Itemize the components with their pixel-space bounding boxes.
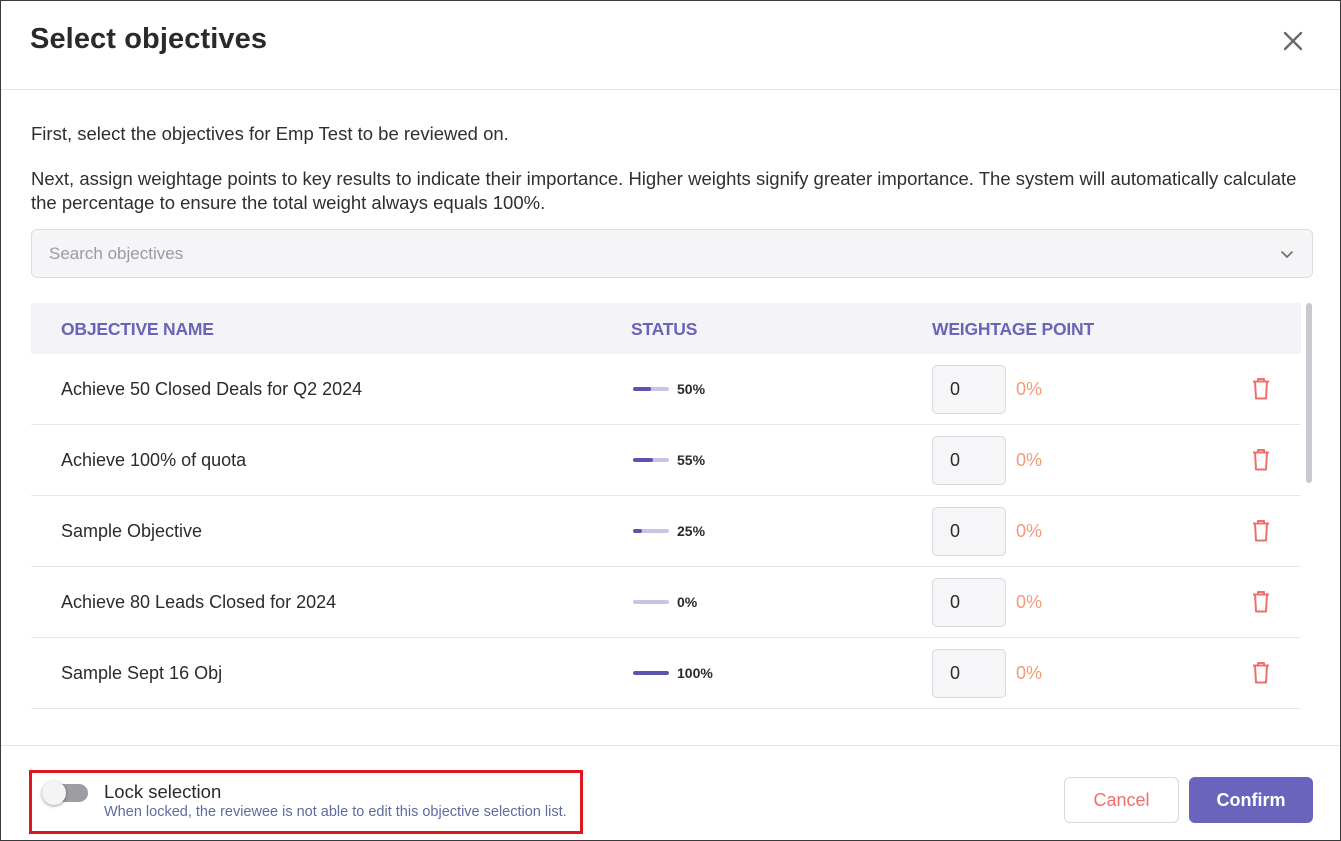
column-header-status: STATUS xyxy=(631,319,698,339)
progress-bar xyxy=(633,387,669,391)
chevron-down-icon[interactable] xyxy=(1279,246,1295,262)
table-row: Achieve 80 Leads Closed for 2024 0% 0% xyxy=(31,567,1301,638)
trash-icon[interactable] xyxy=(1252,661,1270,684)
table-row: Achieve 50 Closed Deals for Q2 2024 50% … xyxy=(31,354,1301,425)
weightage-field[interactable] xyxy=(932,507,1006,556)
status-percent: 0% xyxy=(677,594,698,610)
trash-icon[interactable] xyxy=(1252,519,1270,542)
weightage-field[interactable] xyxy=(932,365,1006,414)
confirm-button[interactable]: Confirm xyxy=(1189,777,1313,823)
weightage-field[interactable] xyxy=(932,649,1006,698)
status-percent: 50% xyxy=(677,381,706,397)
weightage-percent: 0% xyxy=(1016,592,1043,612)
intro-text-2: Next, assign weightage points to key res… xyxy=(31,168,1297,213)
objective-name: Achieve 80 Leads Closed for 2024 xyxy=(61,592,337,612)
trash-icon[interactable] xyxy=(1252,590,1270,613)
weightage-percent: 0% xyxy=(1016,521,1043,541)
weightage-input[interactable] xyxy=(933,650,1005,697)
progress-bar xyxy=(633,671,669,675)
status-percent: 100% xyxy=(677,665,713,681)
intro-text-1: First, select the objectives for Emp Tes… xyxy=(31,123,509,144)
table-row: Sample Sept 16 Obj 100% 0% xyxy=(31,638,1301,709)
dialog-title: Select objectives xyxy=(30,23,268,55)
table-row: Sample Objective 25% 0% xyxy=(31,496,1301,567)
weightage-input[interactable] xyxy=(933,437,1005,484)
status-percent: 25% xyxy=(677,523,706,539)
toggle-knob[interactable] xyxy=(42,781,66,805)
trash-icon[interactable] xyxy=(1252,448,1270,471)
progress-bar xyxy=(633,600,669,604)
select-objectives-dialog: Select objectives First, select the obje… xyxy=(0,0,1341,841)
progress-fill xyxy=(633,458,653,462)
status-percent: 55% xyxy=(677,452,706,468)
weightage-input[interactable] xyxy=(933,366,1005,413)
search-objectives-dropdown[interactable] xyxy=(31,229,1313,278)
weightage-input[interactable] xyxy=(933,508,1005,555)
weightage-percent: 0% xyxy=(1016,663,1043,683)
close-icon xyxy=(1283,31,1303,51)
progress-fill xyxy=(633,387,651,391)
column-header-weightage-point: WEIGHTAGE POINT xyxy=(932,319,1094,339)
lock-selection-description: When locked, the reviewee is not able to… xyxy=(104,804,567,820)
trash-icon[interactable] xyxy=(1252,377,1270,400)
objectives-table: OBJECTIVE NAME STATUS WEIGHTAGE POINT Ac… xyxy=(31,303,1301,717)
weightage-input[interactable] xyxy=(933,579,1005,626)
search-input[interactable] xyxy=(32,230,1262,277)
weightage-field[interactable] xyxy=(932,578,1006,627)
progress-bar xyxy=(633,458,669,462)
objective-name: Achieve 100% of quota xyxy=(61,450,247,470)
weightage-percent: 0% xyxy=(1016,379,1043,399)
weightage-field[interactable] xyxy=(932,436,1006,485)
cancel-button[interactable]: Cancel xyxy=(1064,777,1179,823)
close-button[interactable] xyxy=(1279,28,1307,54)
lock-selection-label: Lock selection xyxy=(104,781,222,802)
objective-name: Sample Sept 16 Obj xyxy=(61,663,223,683)
progress-fill xyxy=(633,671,669,675)
table-header: OBJECTIVE NAME STATUS WEIGHTAGE POINT xyxy=(31,303,1301,354)
objective-name: Sample Objective xyxy=(61,521,203,541)
dialog-header: Select objectives xyxy=(1,1,1340,90)
progress-fill xyxy=(633,529,642,533)
column-header-objective-name: OBJECTIVE NAME xyxy=(61,319,214,339)
table-row: Achieve 100% of quota 55% 0% xyxy=(31,425,1301,496)
weightage-percent: 0% xyxy=(1016,450,1043,470)
objective-name: Achieve 50 Closed Deals for Q2 2024 xyxy=(61,379,363,399)
scrollbar-thumb[interactable] xyxy=(1306,303,1312,483)
progress-bar xyxy=(633,529,669,533)
